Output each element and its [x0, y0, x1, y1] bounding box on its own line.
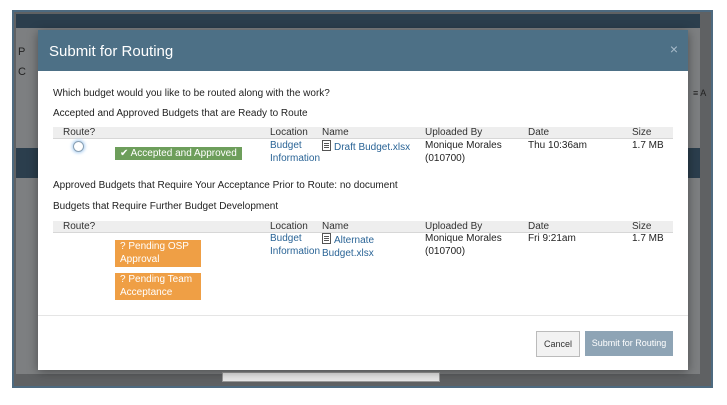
row2-size: 1.7 MB — [632, 233, 664, 244]
col-date: Date — [528, 127, 550, 138]
row2-file-link-line1[interactable]: Alternate — [334, 235, 374, 246]
pending-team-line2: Acceptance — [120, 286, 173, 298]
background-text-1: P — [18, 46, 26, 58]
dialog-footer-divider — [38, 315, 688, 316]
dialog-header: Submit for Routing × — [38, 30, 688, 71]
section-ready-title: Accepted and Approved Budgets that are R… — [53, 108, 308, 119]
section-acceptance-title: Approved Budgets that Require Your Accep… — [53, 180, 398, 191]
col-name: Name — [322, 127, 349, 138]
row2-name[interactable]: Alternate Budget.xlsx — [322, 233, 374, 260]
row2-location-line1[interactable]: Budget — [270, 233, 302, 244]
excel-file-icon — [322, 140, 331, 151]
close-icon[interactable]: × — [670, 41, 678, 57]
col-uploaded-by: Uploaded By — [425, 221, 483, 232]
row1-name[interactable]: Draft Budget.xlsx — [322, 140, 410, 155]
col-name: Name — [322, 221, 349, 232]
pending-team-badge: ? Pending Team Acceptance — [115, 273, 201, 300]
dialog-title: Submit for Routing — [49, 43, 174, 60]
submit-routing-dialog: Submit for Routing × Which budget would … — [38, 30, 688, 370]
background-topbar — [16, 14, 700, 28]
row1-location-line1[interactable]: Budget — [270, 140, 302, 151]
row2-date: Fri 9:21am — [528, 233, 576, 244]
col-date: Date — [528, 221, 550, 232]
approved-status-badge: ✔ Accepted and Approved — [115, 147, 242, 160]
development-table-header: Route? Location Name Uploaded By Date Si… — [53, 221, 673, 233]
pending-osp-badge: ? Pending OSP Approval — [115, 240, 201, 267]
col-size: Size — [632, 221, 652, 232]
row2-file-link-line2[interactable]: Budget.xlsx — [322, 248, 374, 259]
row2-uploader-name: Monique Morales — [425, 233, 502, 244]
col-route: Route? — [63, 127, 96, 138]
col-location: Location — [270, 221, 308, 232]
background-right-text: ≡ A — [693, 88, 707, 98]
row1-uploader-id: (010700) — [425, 152, 466, 164]
submit-for-routing-button[interactable]: Submit for Routing — [585, 331, 673, 356]
routing-question: Which budget would you like to be routed… — [53, 88, 330, 99]
row1-location[interactable]: Budget Information — [270, 140, 320, 165]
col-uploaded-by: Uploaded By — [425, 127, 483, 138]
row1-uploader-name: Monique Morales — [425, 140, 502, 151]
pending-team-line1: ? Pending Team — [120, 274, 193, 285]
background-strip-left — [16, 148, 40, 178]
pending-osp-line1: ? Pending OSP — [120, 241, 189, 252]
row2-location[interactable]: Budget Information — [270, 233, 320, 258]
section-development-title: Budgets that Require Further Budget Deve… — [53, 201, 279, 212]
row1-uploaded-by: Monique Morales (010700) — [425, 140, 502, 165]
route-radio[interactable] — [73, 141, 84, 152]
row2-uploader-id: (010700) — [425, 245, 466, 257]
col-route: Route? — [63, 221, 96, 232]
ready-table-header: Route? Location Name Uploaded By Date Si… — [53, 127, 673, 139]
excel-file-icon — [322, 233, 331, 244]
background-text-2: C — [18, 66, 26, 78]
row1-size: 1.7 MB — [632, 140, 664, 151]
row2-uploaded-by: Monique Morales (010700) — [425, 233, 502, 258]
row2-location-line2[interactable]: Information — [270, 246, 320, 257]
col-size: Size — [632, 127, 652, 138]
row1-location-line2[interactable]: Information — [270, 153, 320, 164]
background-strip-right — [686, 148, 700, 178]
pending-osp-line2: Approval — [120, 253, 160, 265]
row1-date: Thu 10:36am — [528, 140, 587, 151]
background-bottom-box — [222, 372, 440, 382]
cancel-button[interactable]: Cancel — [536, 331, 580, 357]
row1-file-link[interactable]: Draft Budget.xlsx — [334, 142, 410, 153]
col-location: Location — [270, 127, 308, 138]
